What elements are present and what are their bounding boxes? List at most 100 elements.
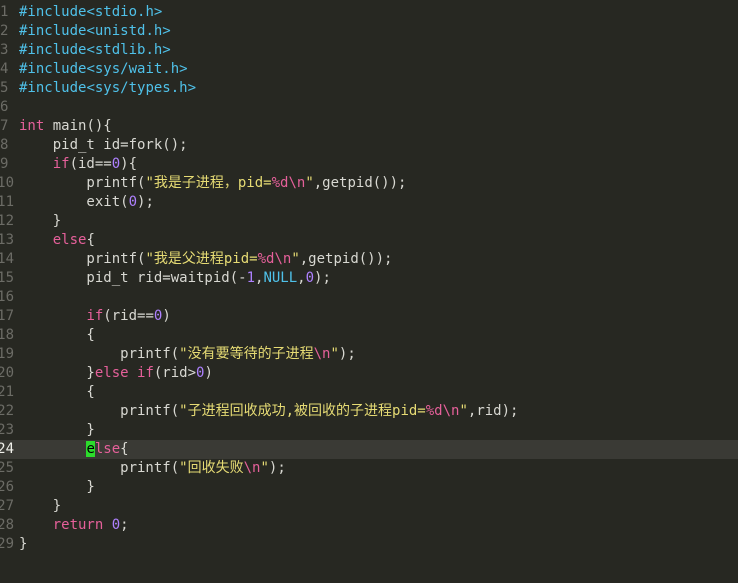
- code-line[interactable]: 10 printf("我是子进程，pid=%d\n",getpid());: [0, 174, 738, 193]
- code-line[interactable]: 21 {: [0, 383, 738, 402]
- line-number: 14: [0, 250, 14, 269]
- code-line[interactable]: 7 int main(){: [0, 117, 738, 136]
- line-number-text: 16: [0, 289, 14, 305]
- code-line[interactable]: 23 }: [0, 421, 738, 440]
- code-text[interactable]: }else if(rid>0): [19, 364, 212, 383]
- code-line[interactable]: 2 #include<unistd.h>: [0, 22, 738, 41]
- code-token: main(){: [44, 118, 112, 134]
- line-number: 19: [0, 345, 14, 364]
- line-number: 6: [0, 98, 14, 117]
- code-line[interactable]: 24 else{: [0, 440, 738, 459]
- line-number-text: 5: [0, 80, 9, 96]
- code-token: 0: [128, 194, 138, 210]
- code-line[interactable]: 27 }: [0, 497, 738, 516]
- code-token: }: [19, 422, 95, 438]
- code-text[interactable]: }: [19, 497, 61, 516]
- line-number: 9: [0, 155, 14, 174]
- code-text[interactable]: printf("我是子进程，pid=%d\n",getpid());: [19, 174, 406, 193]
- line-number-text: 27: [0, 498, 14, 514]
- code-text[interactable]: pid_t rid=waitpid(-1,NULL,0);: [19, 269, 330, 288]
- code-text[interactable]: return 0;: [19, 516, 129, 535]
- code-token: printf(: [19, 346, 180, 362]
- code-line[interactable]: 25 printf("回收失败\n");: [0, 459, 738, 478]
- code-text[interactable]: }: [19, 535, 27, 554]
- code-line[interactable]: 16: [0, 288, 738, 307]
- code-token: ): [162, 308, 171, 324]
- line-number-text: 10: [0, 175, 14, 191]
- code-line[interactable]: 5 #include<sys/types.h>: [0, 79, 738, 98]
- code-line[interactable]: 6: [0, 98, 738, 117]
- code-text[interactable]: }: [19, 478, 94, 497]
- code-line[interactable]: 18 {: [0, 326, 738, 345]
- code-line[interactable]: 28 return 0;: [0, 516, 738, 535]
- code-token: }: [19, 498, 62, 514]
- line-number: 21: [0, 383, 14, 402]
- code-text[interactable]: printf("我是父进程pid=%d\n",getpid());: [19, 250, 392, 269]
- code-line[interactable]: 4 #include<sys/wait.h>: [0, 60, 738, 79]
- code-token: }: [19, 536, 28, 552]
- code-line[interactable]: 3 #include<stdlib.h>: [0, 41, 738, 60]
- code-text[interactable]: }: [19, 421, 95, 440]
- code-text[interactable]: {: [19, 326, 94, 345]
- line-number: 3: [0, 41, 14, 60]
- code-text[interactable]: printf("没有要等待的子进程\n");: [19, 345, 356, 364]
- line-number: 17: [0, 307, 14, 326]
- line-number: 1: [0, 3, 14, 22]
- code-text[interactable]: if(rid==0): [19, 307, 171, 326]
- line-number-text: 26: [0, 479, 14, 495]
- line-number-text: 9: [0, 156, 9, 172]
- code-token: ,getpid());: [299, 251, 393, 267]
- code-text[interactable]: }: [19, 212, 61, 231]
- code-line[interactable]: 20 }else if(rid>0): [0, 364, 738, 383]
- code-token: <stdlib.h>: [86, 42, 171, 58]
- code-line[interactable]: 15 pid_t rid=waitpid(-1,NULL,0);: [0, 269, 738, 288]
- code-text[interactable]: pid_t id=fork();: [19, 136, 188, 155]
- code-text[interactable]: #include<sys/wait.h>: [19, 60, 188, 79]
- code-line[interactable]: 29}: [0, 535, 738, 554]
- line-number: 27: [0, 497, 14, 516]
- code-text[interactable]: #include<sys/types.h>: [19, 79, 196, 98]
- code-token: 0: [305, 270, 315, 286]
- line-number: 13: [0, 231, 14, 250]
- code-text[interactable]: exit(0);: [19, 193, 153, 212]
- line-number-text: 13: [0, 232, 14, 248]
- code-token: );: [268, 460, 286, 476]
- code-line[interactable]: 11 exit(0);: [0, 193, 738, 212]
- code-text[interactable]: printf("子进程回收成功,被回收的子进程pid=%d\n",rid);: [19, 402, 518, 421]
- code-text[interactable]: #include<stdlib.h>: [19, 41, 171, 60]
- code-token: ": [291, 251, 300, 267]
- code-text[interactable]: else{: [19, 440, 129, 459]
- code-line[interactable]: 9 if(id==0){: [0, 155, 738, 174]
- code-token: <stdio.h>: [86, 4, 163, 20]
- code-line[interactable]: 22 printf("子进程回收成功,被回收的子进程pid=%d\n",rid)…: [0, 402, 738, 421]
- code-text[interactable]: int main(){: [19, 117, 112, 136]
- code-text[interactable]: {: [19, 383, 94, 402]
- code-text[interactable]: #include<stdio.h>: [19, 3, 162, 22]
- line-number-text: 4: [0, 61, 9, 77]
- code-token: (id==: [69, 156, 112, 172]
- code-text[interactable]: #include<unistd.h>: [19, 22, 171, 41]
- code-line[interactable]: 26 }: [0, 478, 738, 497]
- code-line[interactable]: 19 printf("没有要等待的子进程\n");: [0, 345, 738, 364]
- code-line[interactable]: 8 pid_t id=fork();: [0, 136, 738, 155]
- code-token: ,getpid());: [313, 175, 407, 191]
- code-text[interactable]: if(id==0){: [19, 155, 137, 174]
- code-text[interactable]: else{: [19, 231, 95, 250]
- code-token: (rid>: [153, 365, 197, 381]
- code-line[interactable]: 12 }: [0, 212, 738, 231]
- code-text[interactable]: printf("回收失败\n");: [19, 459, 286, 478]
- code-editor[interactable]: 1 #include<stdio.h> 2 #include<unistd.h> 3 #i…: [0, 0, 738, 583]
- line-number: 8: [0, 136, 14, 155]
- code-token: ){: [120, 156, 138, 172]
- code-token: "子进程回收成功,被回收的子进程pid=: [179, 403, 426, 419]
- code-line[interactable]: 14 printf("我是父进程pid=%d\n",getpid());: [0, 250, 738, 269]
- code-token: ": [260, 460, 269, 476]
- code-token: \n: [243, 460, 261, 476]
- code-line[interactable]: 17 if(rid==0): [0, 307, 738, 326]
- code-line[interactable]: 13 else{: [0, 231, 738, 250]
- line-number-text: 7: [0, 118, 9, 134]
- code-line[interactable]: 1 #include<stdio.h>: [0, 3, 738, 22]
